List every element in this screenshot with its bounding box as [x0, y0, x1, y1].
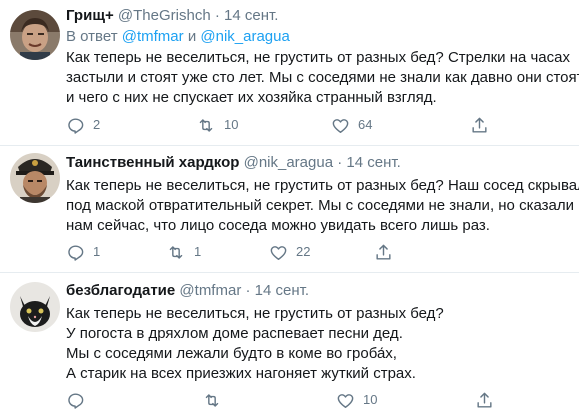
avatar[interactable]: [10, 282, 60, 332]
share-icon: [475, 391, 494, 410]
share-icon: [470, 116, 489, 135]
tweet-text-line: Как теперь не веселиться, не грустить от…: [66, 305, 444, 322]
user-handle[interactable]: @TheGrishch: [118, 7, 211, 24]
tweet-text-line: Как теперь не веселиться, не грустить от…: [66, 49, 570, 66]
tweet-date[interactable]: 14 сент.: [224, 7, 278, 24]
avatar[interactable]: [10, 153, 60, 203]
tweet-actions: 1 1 22: [66, 242, 506, 262]
reply-button[interactable]: 1: [66, 242, 100, 262]
retweet-button[interactable]: 10: [196, 115, 238, 135]
retweet-button[interactable]: 1: [166, 242, 201, 262]
tweet-text: Как теперь не веселиться, не грустить от…: [66, 176, 579, 236]
tweet-text: Как теперь не веселиться, не грустить от…: [66, 304, 566, 384]
tweet-text: Как теперь не веселиться, не грустить от…: [66, 48, 579, 108]
like-button[interactable]: 22: [269, 242, 310, 262]
separator-dot: ·: [245, 282, 251, 299]
share-icon: [374, 243, 393, 262]
like-count: 22: [296, 244, 311, 259]
mention-link[interactable]: @tmfmar: [122, 28, 184, 45]
display-name[interactable]: Грищ+: [66, 7, 114, 24]
retweet-icon: [196, 116, 216, 135]
tweet-date[interactable]: 14 сент.: [255, 282, 309, 299]
tweet-header: безблагодатие @tmfmar · 14 сент.: [66, 281, 309, 301]
retweet-icon: [166, 243, 186, 262]
tweet-text-line: У погоста в дряхлом доме распевает песни…: [66, 325, 403, 342]
reply-icon: [66, 243, 85, 262]
retweet-button[interactable]: [202, 390, 230, 410]
like-icon: [269, 243, 288, 262]
reply-icon: [66, 116, 85, 135]
reply-and: и: [187, 28, 197, 45]
tweet[interactable]: Грищ+ @TheGrishch · 14 сент. В ответ @tm…: [0, 0, 579, 145]
reply-icon: [66, 391, 85, 410]
reply-button[interactable]: 2: [66, 115, 100, 135]
display-name[interactable]: безблагодатие: [66, 282, 175, 299]
tweet-text-line: и чего с них не спускает их хозяйка стра…: [66, 89, 437, 106]
tweet-actions: 10: [66, 390, 506, 410]
share-button[interactable]: [475, 390, 494, 410]
tweet-date[interactable]: 14 сент.: [346, 154, 400, 171]
reply-context: В ответ @tmfmar и @nik_aragua: [66, 27, 290, 46]
separator-dot: ·: [337, 154, 343, 171]
like-button[interactable]: 64: [331, 115, 372, 135]
mention-link[interactable]: @nik_aragua: [200, 28, 289, 45]
tweet[interactable]: безблагодатие @tmfmar · 14 сент. Как теп…: [0, 272, 579, 413]
like-icon: [336, 391, 355, 410]
tweet-header: Грищ+ @TheGrishch · 14 сент.: [66, 6, 278, 26]
retweet-icon: [202, 391, 222, 410]
user-handle[interactable]: @nik_aragua: [244, 154, 333, 171]
reply-count: 2: [93, 117, 101, 132]
tweet-text-line: А старик на всех приезжих нагоняет жутки…: [66, 365, 416, 382]
separator-dot: ·: [214, 7, 220, 24]
reply-count: 1: [93, 244, 101, 259]
tweet-text-line: под маской отвратительный секрет. Мы с с…: [66, 197, 574, 214]
tweet[interactable]: Таинственный хардкор @nik_aragua · 14 се…: [0, 145, 579, 272]
retweet-count: 10: [224, 117, 239, 132]
tweet-text-line: нам сейчас, что лицо соседа можно увидат…: [66, 217, 490, 234]
like-button[interactable]: 10: [336, 390, 377, 410]
retweet-count: 1: [194, 244, 202, 259]
like-count: 64: [358, 117, 373, 132]
like-count: 10: [363, 392, 378, 407]
display-name[interactable]: Таинственный хардкор: [66, 154, 239, 171]
share-button[interactable]: [470, 115, 489, 135]
like-icon: [331, 116, 350, 135]
tweet-text-line: Как теперь не веселиться, не грустить от…: [66, 177, 579, 194]
avatar[interactable]: [10, 10, 60, 60]
share-button[interactable]: [374, 242, 393, 262]
tweet-actions: 2 10 64: [66, 115, 506, 135]
tweet-text-line: Мы с соседями лежали будто в коме во гро…: [66, 345, 397, 362]
reply-button[interactable]: [66, 390, 93, 410]
tweet-header: Таинственный хардкор @nik_aragua · 14 се…: [66, 153, 401, 173]
reply-prefix: В ответ: [66, 28, 118, 45]
user-handle[interactable]: @tmfmar: [179, 282, 241, 299]
tweet-text-line: застыли и стоят уже сто лет. Мы с соседя…: [66, 69, 579, 86]
